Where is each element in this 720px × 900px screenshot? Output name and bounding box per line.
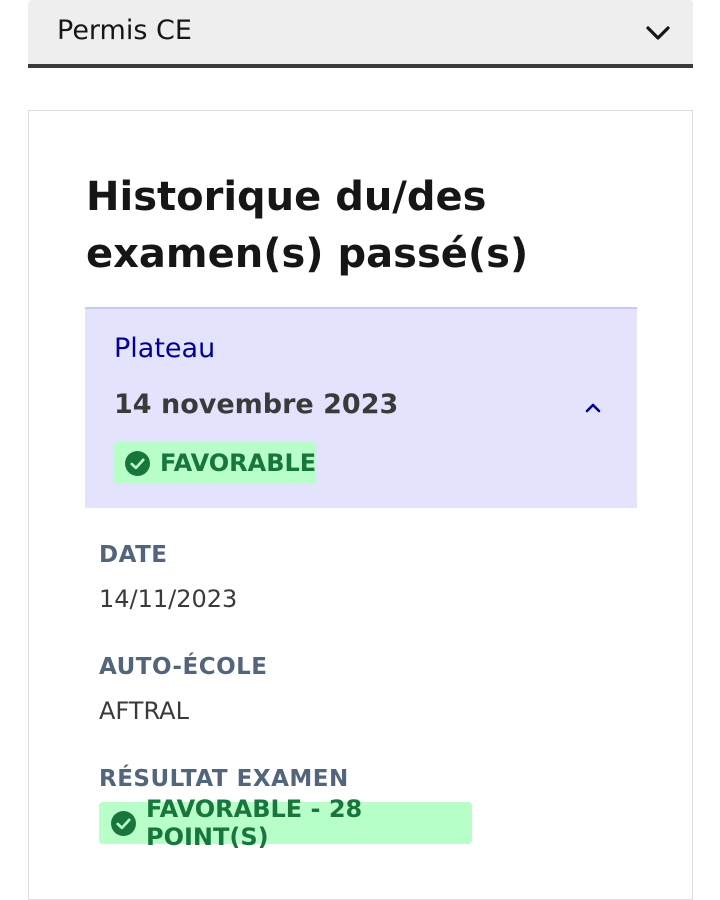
exam-accordion-header[interactable]: Plateau 14 novembre 2023 FAVORABLE (85, 307, 637, 508)
exam-result-badge-label: FAVORABLE - 28 POINT(S) (146, 795, 363, 851)
date-value: 14/11/2023 (99, 585, 238, 613)
chevron-up-icon[interactable] (583, 399, 603, 415)
exam-result-label: RÉSULTAT EXAMEN (99, 766, 349, 792)
driving-school-value: AFTRAL (99, 697, 189, 725)
check-circle-icon (111, 810, 136, 836)
status-badge-label: FAVORABLE (160, 449, 317, 477)
chevron-down-icon (646, 26, 670, 40)
driving-school-label: AUTO-ÉCOLE (99, 654, 268, 680)
exam-date-heading: 14 novembre 2023 (114, 389, 399, 420)
date-label: DATE (99, 542, 168, 568)
license-select[interactable]: Permis CE (28, 0, 693, 68)
exam-result-badge: FAVORABLE - 28 POINT(S) (99, 795, 472, 851)
exam-history-card: Historique du/des examen(s) passé(s) Pla… (28, 110, 693, 900)
license-select-value: Permis CE (57, 15, 192, 46)
check-circle-icon (125, 450, 150, 476)
status-badge: FAVORABLE (113, 442, 316, 484)
exam-type: Plateau (114, 333, 216, 364)
exam-history-title: Historique du/des examen(s) passé(s) (86, 174, 529, 277)
